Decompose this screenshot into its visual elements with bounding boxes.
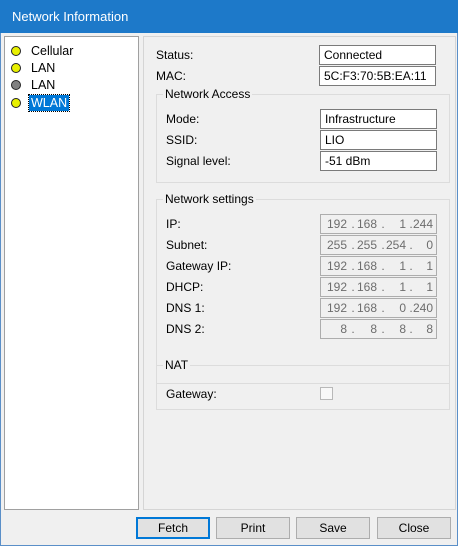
ip-octet: 8 [340, 322, 347, 336]
ip-address-field[interactable]: 192 . 168 . 1 . 244 [320, 214, 437, 234]
ip-octet: 8 [370, 322, 377, 336]
mac-field[interactable]: 5C:F3:70:5B:EA:11 [319, 66, 436, 86]
details-panel: Status: Connected MAC: 5C:F3:70:5B:EA:11… [143, 36, 456, 510]
ip-octet: 1 [426, 280, 433, 294]
dns1-field[interactable]: 192 . 168 . 0 . 240 [320, 298, 437, 318]
fetch-button[interactable]: Fetch [136, 517, 210, 539]
ip-octet: 192 [326, 280, 347, 294]
ip-octet: 168 [356, 217, 377, 231]
signal-level-field[interactable]: -51 dBm [320, 151, 437, 171]
subnet-label: Subnet: [166, 238, 208, 252]
ip-octet: 8 [399, 322, 406, 336]
print-button[interactable]: Print [216, 517, 290, 539]
ip-octet: 1 [426, 259, 433, 273]
close-button[interactable]: Close [377, 517, 451, 539]
ip-octet: 1 [399, 259, 406, 273]
ip-octet: 192 [326, 217, 347, 231]
tree-item-label: Cellular [31, 44, 74, 58]
subnet-field[interactable]: 255 . 255 . 254 . 0 [320, 235, 437, 255]
ip-octet: 255 [326, 238, 347, 252]
network-access-legend: Network Access [163, 87, 253, 101]
window-body: Cellular LAN LAN WLAN Status: Connected … [0, 33, 458, 546]
save-button[interactable]: Save [296, 517, 370, 539]
dns1-label: DNS 1: [166, 301, 205, 315]
mode-field[interactable]: Infrastructure [320, 109, 437, 129]
ip-octet: 0 [426, 238, 433, 252]
mac-label: MAC: [156, 69, 186, 83]
ip-octet: 168 [356, 259, 377, 273]
status-label: Status: [156, 48, 194, 62]
tree-item-label: WLAN [27, 94, 71, 112]
nat-gateway-checkbox[interactable] [320, 387, 333, 400]
dns2-label: DNS 2: [166, 322, 205, 336]
status-field[interactable]: Connected [319, 45, 436, 65]
status-dot-icon [11, 80, 21, 90]
tree-item-label: LAN [31, 78, 56, 92]
ip-octet: 8 [426, 322, 433, 336]
nat-group: NAT Gateway: [156, 358, 450, 410]
title-bar: Network Information [0, 0, 458, 33]
ip-octet: 254 [385, 238, 406, 252]
ip-octet: 192 [326, 259, 347, 273]
dns2-field[interactable]: 8 . 8 . 8 . 8 [320, 319, 437, 339]
ip-octet: 240 [412, 301, 433, 315]
ip-octet: 192 [326, 301, 347, 315]
network-settings-group: Network settings IP: 192 . 168 . 1 . 244… [156, 192, 450, 384]
window-title: Network Information [12, 9, 129, 24]
ip-label: IP: [166, 217, 181, 231]
nat-gateway-label: Gateway: [166, 387, 217, 401]
ip-octet: 1 [399, 217, 406, 231]
status-dot-icon [11, 63, 21, 73]
ip-octet: 255 [356, 238, 377, 252]
ssid-field[interactable]: LIO [320, 130, 437, 150]
ip-octet: 0 [399, 301, 406, 315]
status-dot-icon [11, 46, 21, 56]
ip-octet: 1 [399, 280, 406, 294]
ip-octet: 168 [356, 280, 377, 294]
dhcp-label: DHCP: [166, 280, 204, 294]
ip-octet: 244 [412, 217, 433, 231]
interface-tree[interactable]: Cellular LAN LAN WLAN [4, 36, 139, 510]
network-access-group: Network Access Mode: Infrastructure SSID… [156, 87, 450, 183]
dhcp-field[interactable]: 192 . 168 . 1 . 1 [320, 277, 437, 297]
nat-legend: NAT [163, 358, 191, 372]
gateway-ip-field[interactable]: 192 . 168 . 1 . 1 [320, 256, 437, 276]
network-settings-legend: Network settings [163, 192, 256, 206]
status-dot-icon [11, 98, 21, 108]
ip-octet: 168 [356, 301, 377, 315]
signal-level-label: Signal level: [166, 154, 231, 168]
gateway-ip-label: Gateway IP: [166, 259, 232, 273]
ssid-label: SSID: [166, 133, 198, 147]
mode-label: Mode: [166, 112, 200, 126]
tree-item-label: LAN [31, 61, 56, 75]
